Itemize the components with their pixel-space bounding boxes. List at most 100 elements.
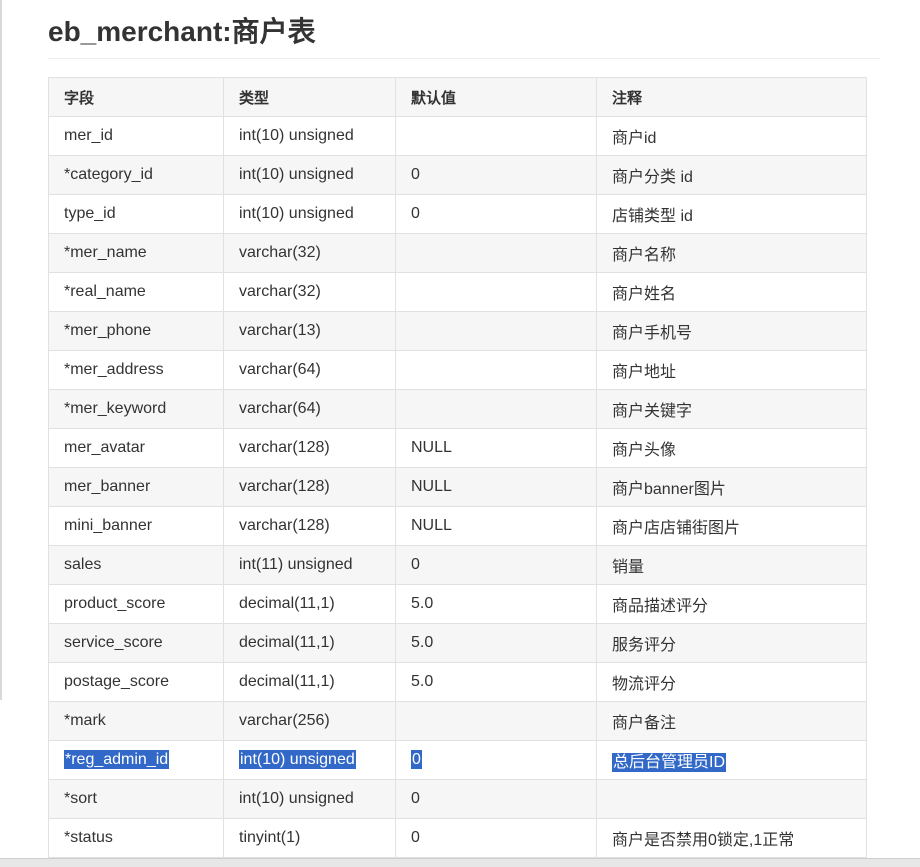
type-cell-text: varchar(32) — [239, 283, 321, 300]
comment-cell: 商户id — [596, 116, 867, 156]
field-cell: service_score — [48, 623, 224, 663]
comment-cell-text: 销量 — [612, 559, 645, 576]
type-cell: decimal(11,1) — [223, 584, 396, 624]
comment-cell: 商户banner图片 — [596, 467, 867, 507]
type-cell: int(10) unsigned — [223, 116, 396, 156]
comment-cell: 总后台管理员ID — [596, 740, 867, 780]
table-row: *category_id int(10) unsigned 0 商户分类 id — [48, 155, 867, 195]
default-cell: 5.0 — [395, 662, 597, 702]
field-cell: sales — [48, 545, 224, 585]
field-cell: mer_id — [48, 116, 224, 156]
field-cell: mer_banner — [48, 467, 224, 507]
comment-cell: 物流评分 — [596, 662, 867, 702]
comment-cell: 商户是否禁用0锁定,1正常 — [596, 818, 867, 858]
default-cell — [395, 701, 597, 741]
comment-cell: 商户名称 — [596, 233, 867, 273]
document-page: eb_merchant:商户表 字段 类型 默认值 注释 mer_id int(1… — [0, 0, 920, 867]
comment-cell-text: 商户分类 id — [612, 169, 693, 186]
field-cell-text: *mer_address — [64, 361, 164, 378]
field-cell-text: *mark — [64, 712, 106, 729]
field-cell-text: *status — [64, 829, 113, 846]
field-cell: *category_id — [48, 155, 224, 195]
field-cell: postage_score — [48, 662, 224, 702]
table-row: service_score decimal(11,1) 5.0 服务评分 — [48, 623, 867, 663]
type-cell-text: decimal(11,1) — [239, 673, 335, 690]
comment-cell: 店铺类型 id — [596, 194, 867, 234]
field-cell: product_score — [48, 584, 224, 624]
default-cell-text: 5.0 — [411, 595, 434, 612]
header-default: 默认值 — [395, 77, 597, 117]
default-cell-text: 0 — [411, 790, 420, 807]
default-cell — [395, 350, 597, 390]
default-cell-text: 0 — [411, 829, 420, 846]
comment-cell-text: 商户关键字 — [612, 403, 693, 420]
table-row: *mark varchar(256) 商户备注 — [48, 701, 867, 741]
default-cell: NULL — [395, 428, 597, 468]
field-cell-text: mer_id — [64, 127, 113, 144]
field-cell-text: service_score — [64, 634, 163, 651]
default-cell-text: NULL — [411, 439, 452, 456]
default-cell: 0 — [395, 740, 597, 780]
type-cell: varchar(128) — [223, 506, 396, 546]
field-cell: *status — [48, 818, 224, 858]
field-cell-text: *reg_admin_id — [64, 750, 170, 769]
table-row: *mer_address varchar(64) 商户地址 — [48, 350, 867, 390]
field-cell-text: *mer_name — [64, 244, 147, 261]
default-cell — [395, 311, 597, 351]
field-cell: *reg_admin_id — [48, 740, 224, 780]
field-cell-text: mer_avatar — [64, 439, 145, 456]
comment-cell: 商户头像 — [596, 428, 867, 468]
comment-cell-text: 物流评分 — [612, 676, 677, 693]
comment-cell: 服务评分 — [596, 623, 867, 663]
comment-cell — [596, 779, 867, 819]
field-cell: *mer_phone — [48, 311, 224, 351]
comment-cell-text: 商户名称 — [612, 247, 677, 264]
default-cell-text: 0 — [411, 205, 420, 222]
horizontal-scrollbar[interactable] — [0, 858, 920, 867]
default-cell-text: 5.0 — [411, 634, 434, 651]
field-cell-text: *real_name — [64, 283, 146, 300]
field-cell-text: *mer_keyword — [64, 400, 167, 417]
header-type: 类型 — [223, 77, 396, 117]
comment-cell: 商户姓名 — [596, 272, 867, 312]
type-cell-text: varchar(64) — [239, 400, 321, 417]
comment-cell: 商户关键字 — [596, 389, 867, 429]
default-cell — [395, 272, 597, 312]
type-cell-text: tinyint(1) — [239, 829, 301, 846]
table-row: postage_score decimal(11,1) 5.0 物流评分 — [48, 662, 867, 702]
type-cell-text: varchar(13) — [239, 322, 321, 339]
table-row: *real_name varchar(32) 商户姓名 — [48, 272, 867, 312]
table-row: *sort int(10) unsigned 0 — [48, 779, 867, 819]
comment-cell-text: 商户姓名 — [612, 286, 677, 303]
default-cell-text: 5.0 — [411, 673, 434, 690]
field-cell: *mark — [48, 701, 224, 741]
left-border — [0, 0, 2, 700]
default-cell-text: 0 — [411, 750, 422, 769]
type-cell-text: decimal(11,1) — [239, 595, 335, 612]
type-cell: int(11) unsigned — [223, 545, 396, 585]
type-cell-text: int(10) unsigned — [239, 127, 354, 144]
comment-cell-text: 商品描述评分 — [612, 598, 709, 615]
default-cell: NULL — [395, 506, 597, 546]
default-cell — [395, 233, 597, 273]
type-cell-text: varchar(256) — [239, 712, 330, 729]
header-field: 字段 — [48, 77, 224, 117]
default-cell: 5.0 — [395, 623, 597, 663]
field-cell-text: mini_banner — [64, 517, 153, 534]
type-cell: varchar(128) — [223, 467, 396, 507]
table-row: sales int(11) unsigned 0 销量 — [48, 545, 867, 585]
type-cell: varchar(32) — [223, 272, 396, 312]
default-cell: 0 — [395, 194, 597, 234]
default-cell: 0 — [395, 155, 597, 195]
table-row: mer_id int(10) unsigned 商户id — [48, 116, 867, 156]
type-cell: decimal(11,1) — [223, 662, 396, 702]
type-cell: varchar(32) — [223, 233, 396, 273]
default-cell: 0 — [395, 818, 597, 858]
table-row: mer_banner varchar(128) NULL 商户banner图片 — [48, 467, 867, 507]
field-cell-text: postage_score — [64, 673, 169, 690]
default-cell — [395, 389, 597, 429]
comment-cell: 商户店店铺街图片 — [596, 506, 867, 546]
comment-cell-text: 商户店店铺街图片 — [612, 520, 741, 537]
type-cell: varchar(13) — [223, 311, 396, 351]
type-cell-text: int(10) unsigned — [239, 205, 354, 222]
